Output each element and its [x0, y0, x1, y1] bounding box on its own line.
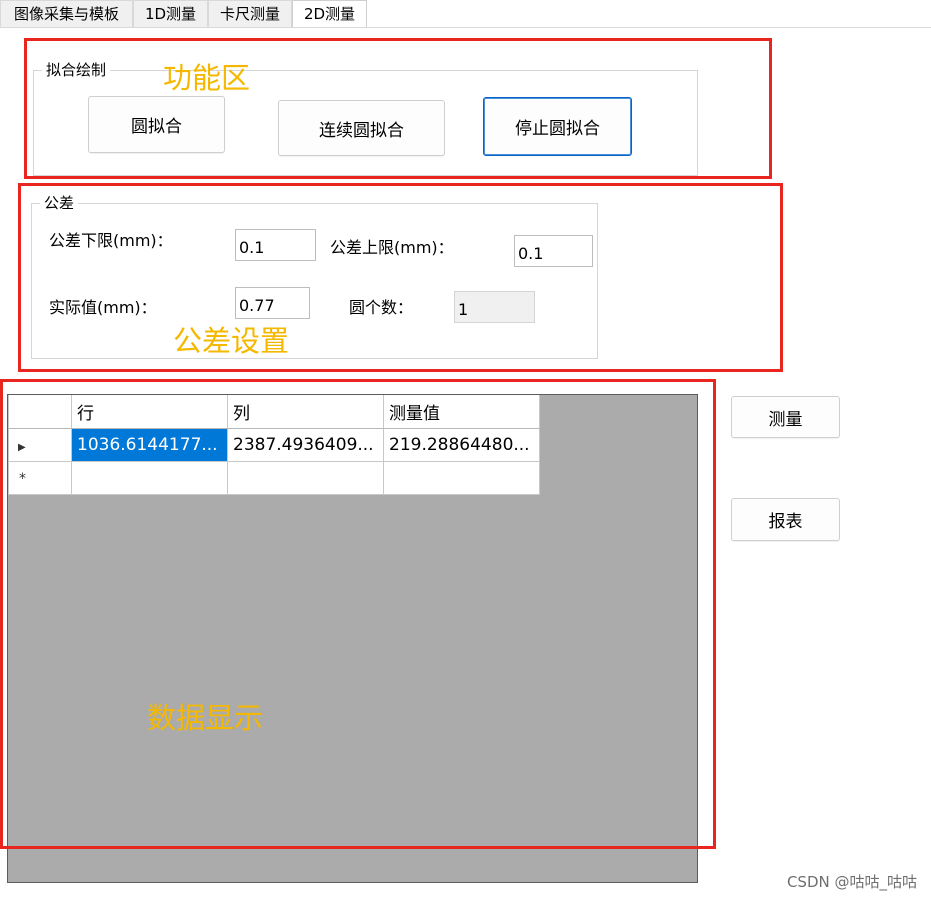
column-header-column[interactable]: 列 — [227, 395, 384, 429]
csdn-watermark: CSDN @咕咕_咕咕 — [786, 873, 917, 891]
table-new-row[interactable]: * — [8, 460, 540, 495]
tolerance-upper-label: 公差上限(mm)： — [330, 238, 454, 257]
circle-fit-button[interactable]: 圆拟合 — [88, 96, 225, 153]
column-header-measured-value[interactable]: 测量值 — [383, 395, 540, 429]
table-cell-empty[interactable] — [71, 460, 228, 495]
table-cell-empty[interactable] — [227, 460, 384, 495]
table-row[interactable]: ▶ 1036.6144177... 2387.4936409... 219.28… — [8, 427, 540, 462]
tab-image-capture[interactable]: 图像采集与模板 — [0, 0, 133, 27]
tolerance-upper-input[interactable] — [514, 235, 593, 267]
table-cell-row[interactable]: 1036.6144177... — [71, 427, 228, 462]
row-header-corner — [8, 395, 72, 429]
table-cell-measured-value[interactable]: 219.28864480... — [383, 427, 540, 462]
tolerance-group-title: 公差 — [40, 193, 79, 213]
tab-caliper-measure[interactable]: 卡尺测量 — [208, 0, 292, 27]
data-display-annotation-label: 数据显示 — [147, 701, 264, 735]
tolerance-lower-label: 公差下限(mm)： — [49, 231, 173, 250]
continuous-circle-fit-button[interactable]: 连续圆拟合 — [278, 100, 445, 156]
circle-count-field — [454, 291, 535, 323]
table-cell-empty[interactable] — [383, 460, 540, 495]
tab-1d-measure[interactable]: 1D测量 — [133, 0, 208, 27]
data-grid[interactable]: 行 列 测量值 ▶ 1036.6144177... 2387.4936409..… — [7, 394, 698, 883]
data-table: 行 列 测量值 ▶ 1036.6144177... 2387.4936409..… — [8, 395, 540, 495]
tab-underline — [0, 27, 931, 28]
fit-drawing-group-title: 拟合绘制 — [42, 60, 111, 80]
actual-value-input[interactable] — [235, 287, 310, 319]
table-cell-column[interactable]: 2387.4936409... — [227, 427, 384, 462]
report-button[interactable]: 报表 — [731, 498, 840, 541]
tab-bar: 图像采集与模板 1D测量 卡尺测量 2D测量 — [0, 0, 931, 28]
tab-2d-measure[interactable]: 2D测量 — [292, 0, 367, 27]
tolerance-group: 公差 — [31, 193, 598, 359]
table-header-row: 行 列 测量值 — [8, 395, 540, 429]
stop-circle-fit-button[interactable]: 停止圆拟合 — [483, 97, 632, 156]
tolerance-settings-annotation-label: 公差设置 — [173, 324, 290, 358]
actual-value-label: 实际值(mm)： — [49, 298, 157, 317]
current-row-arrow-icon: ▶ — [18, 441, 26, 453]
new-row-asterisk-icon: * — [19, 470, 26, 487]
tolerance-lower-input[interactable] — [235, 229, 316, 261]
row-header-new[interactable]: * — [8, 460, 72, 495]
column-header-row[interactable]: 行 — [71, 395, 228, 429]
row-header-current[interactable]: ▶ — [8, 427, 72, 462]
function-area-annotation-label: 功能区 — [163, 61, 251, 95]
circle-count-label: 圆个数： — [349, 298, 414, 317]
measure-button[interactable]: 测量 — [731, 396, 840, 438]
